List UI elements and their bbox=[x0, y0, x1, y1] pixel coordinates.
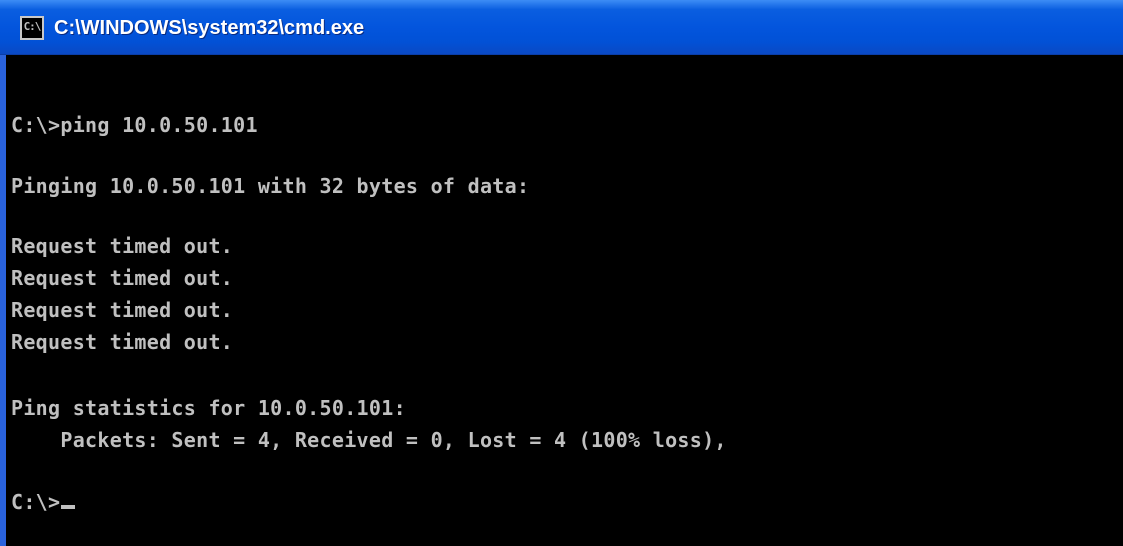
console-line-statistics-header: Ping statistics for 10.0.50.101: bbox=[11, 396, 406, 420]
console-prompt: C:\> bbox=[11, 490, 61, 514]
window-title: C:\WINDOWS\system32\cmd.exe bbox=[54, 17, 365, 39]
console-line-timeout: Request timed out. bbox=[11, 234, 234, 258]
text-cursor bbox=[61, 505, 76, 509]
cmd-window: C:\ C:\WINDOWS\system32\cmd.exe C:\>ping… bbox=[0, 0, 1123, 546]
console-line-timeout: Request timed out. bbox=[11, 298, 234, 322]
title-bar[interactable]: C:\ C:\WINDOWS\system32\cmd.exe bbox=[0, 0, 1123, 55]
console-line-timeout: Request timed out. bbox=[11, 266, 234, 290]
console-line-packets: Packets: Sent = 4, Received = 0, Lost = … bbox=[11, 428, 727, 452]
console-line-timeout: Request timed out. bbox=[11, 330, 234, 354]
console-output[interactable]: C:\>ping 10.0.50.101 Pinging 10.0.50.101… bbox=[6, 55, 1123, 546]
cmd-icon[interactable]: C:\ bbox=[20, 16, 44, 40]
console-line-pinging: Pinging 10.0.50.101 with 32 bytes of dat… bbox=[11, 174, 530, 198]
console-prompt-line[interactable]: C:\> bbox=[11, 486, 76, 518]
console-line-command: C:\>ping 10.0.50.101 bbox=[11, 113, 258, 137]
